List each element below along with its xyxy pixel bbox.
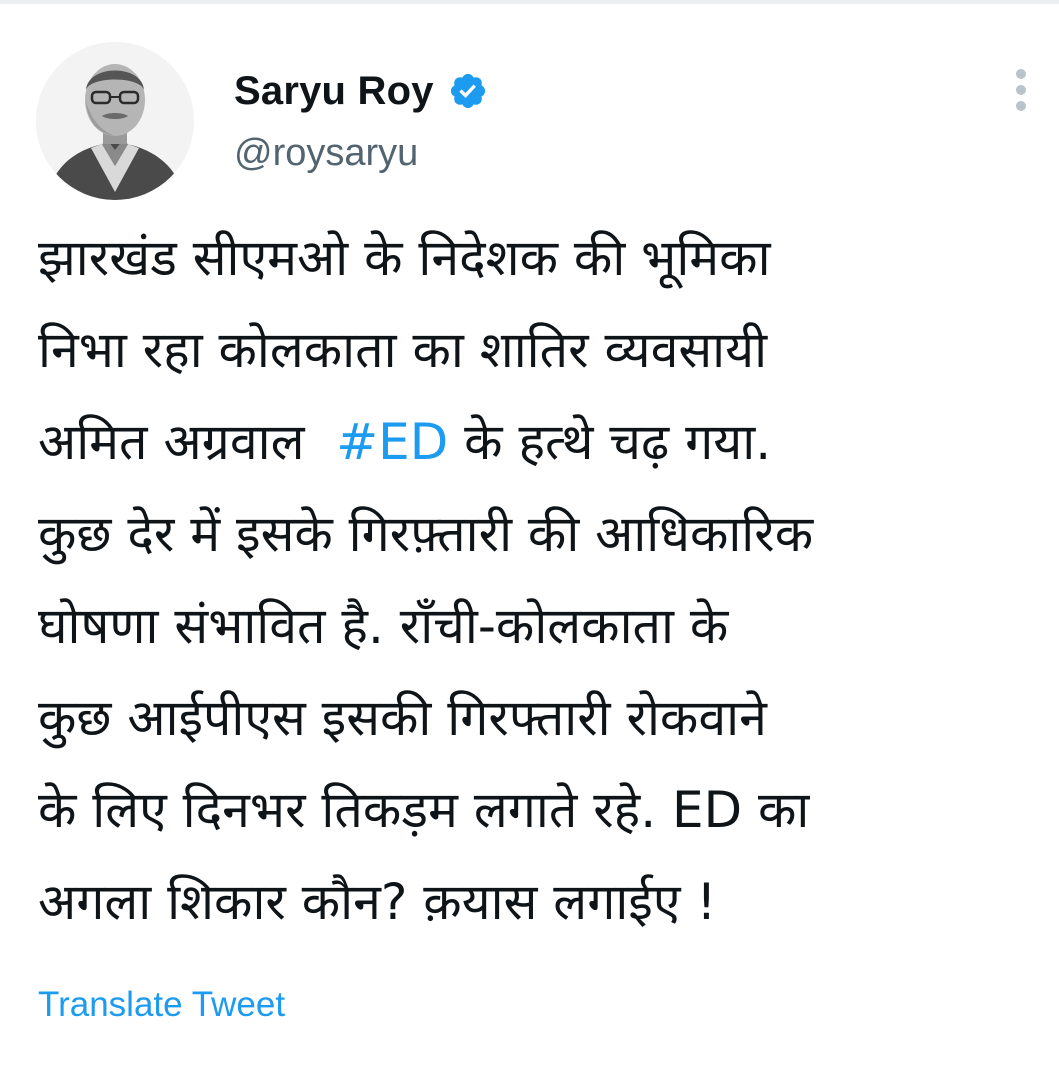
tweet-line: झारखंड सीएमओ के निदेशक की भूमिका — [38, 229, 771, 287]
avatar[interactable] — [36, 42, 194, 200]
tweet-line: कुछ देर में इसके गिरफ़्तारी की आधिकारिक — [38, 505, 814, 563]
more-options-icon[interactable] — [1008, 68, 1034, 112]
tweet-text: झारखंड सीएमओ के निदेशक की भूमिका निभा रह… — [38, 212, 1048, 948]
tweet-line: कुछ आईपीएस इसकी गिरफ्तारी रोकवाने — [38, 689, 767, 747]
author-name-row: Saryu Roy — [234, 66, 488, 116]
author-display-name[interactable]: Saryu Roy — [234, 69, 434, 114]
author-handle[interactable]: @roysaryu — [234, 132, 418, 175]
hashtag-link[interactable]: #ED — [336, 413, 448, 471]
top-divider — [0, 0, 1059, 4]
tweet-line: के लिए दिनभर तिकड़म लगाते रहे. ED का — [38, 781, 810, 839]
translate-tweet-link[interactable]: Translate Tweet — [38, 985, 285, 1025]
tweet-line: अगला शिकार कौन? क़यास लगाईए ! — [38, 873, 717, 931]
avatar-photo — [36, 42, 194, 200]
tweet-line: निभा रहा कोलकाता का शातिर व्यवसायी — [38, 321, 768, 379]
tweet-line: अमित अग्रवाल #ED के हत्थे चढ़ गया. — [38, 413, 772, 471]
tweet-line: घोषणा संभावित है. राँची-कोलकाता के — [38, 597, 729, 655]
verified-badge-icon — [448, 71, 488, 111]
